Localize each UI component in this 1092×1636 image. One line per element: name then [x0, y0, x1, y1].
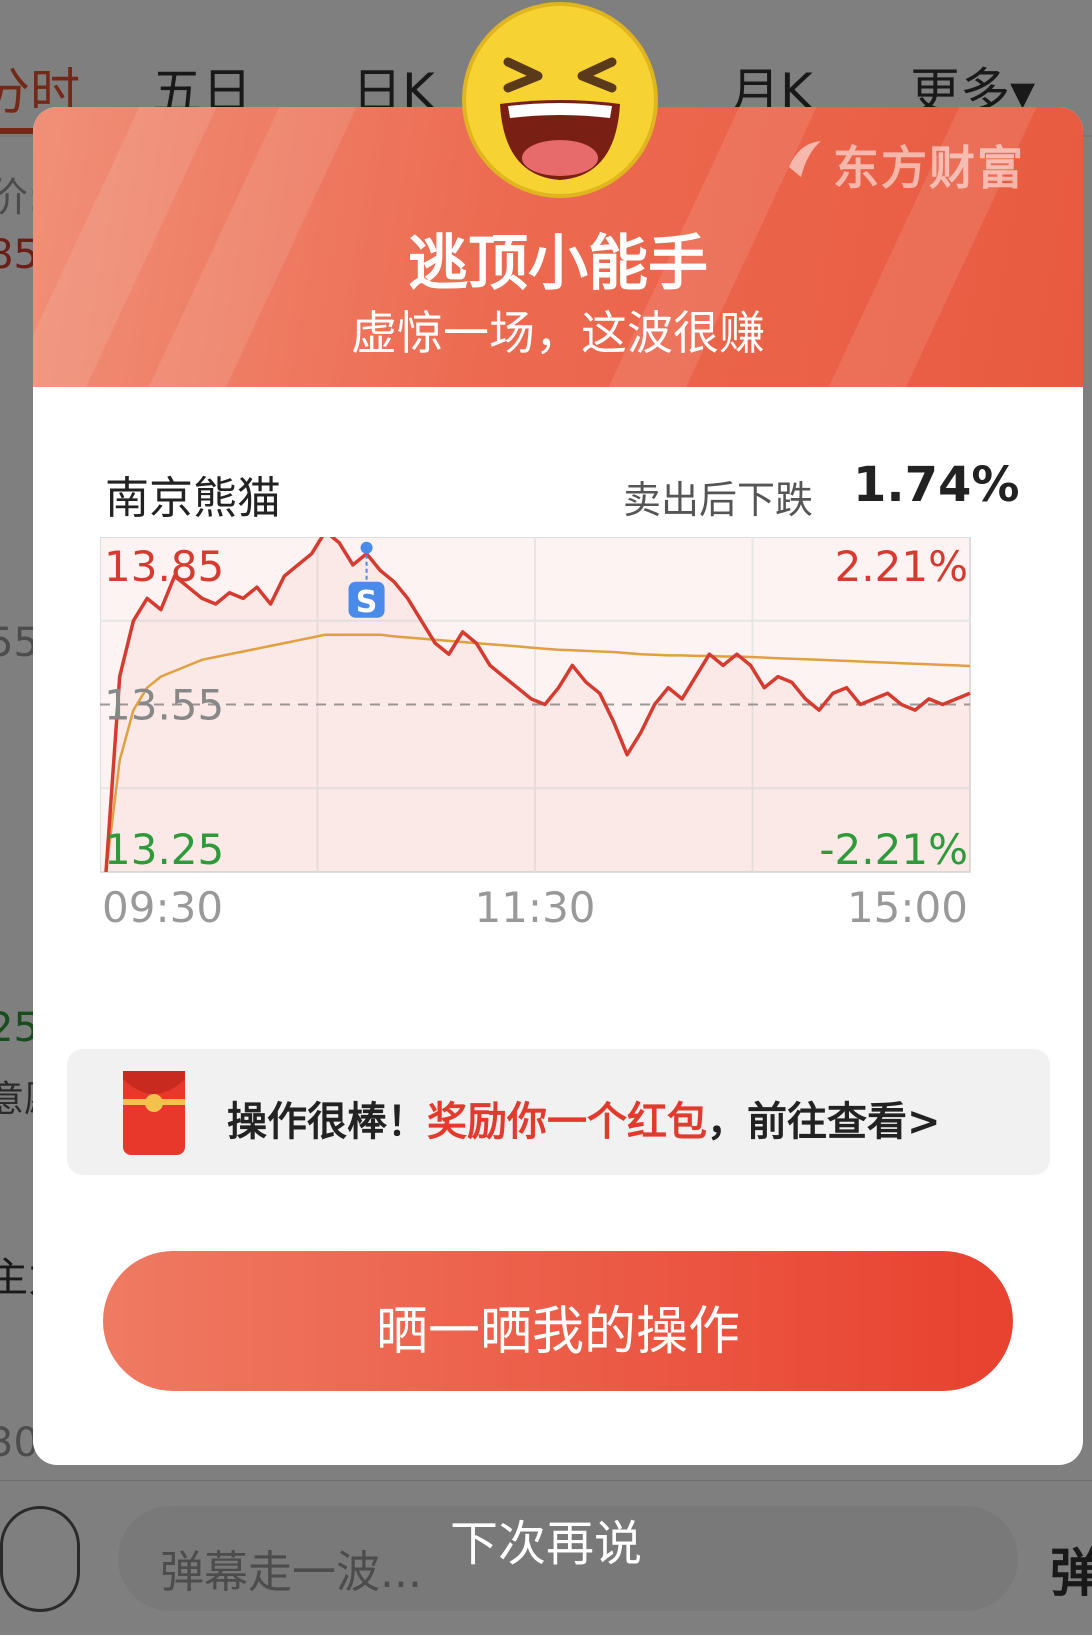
y-right-label-high: 2.21% — [835, 542, 968, 591]
intraday-chart: 13.85 13.55 13.25 2.21% -2.21% 09:30 11:30 15:0… — [100, 537, 971, 932]
red-packet-prefix: 操作很棒！ — [227, 1099, 427, 1145]
after-sell-value: 1.74% — [853, 457, 1020, 513]
x-label-midday: 11:30 — [474, 883, 595, 932]
red-packet-icon — [123, 1071, 185, 1155]
red-packet-banner[interactable]: 操作很棒！奖励你一个红包，前往查看> — [67, 1049, 1050, 1175]
y-label-low: 13.25 — [104, 825, 224, 874]
modal-subtitle: 虚惊一场，这波很赚 — [351, 306, 765, 360]
y-label-prev-close: 13.55 — [104, 681, 224, 730]
share-operation-label: 晒一晒我的操作 — [375, 1302, 740, 1362]
red-packet-highlight: 奖励你一个红包 — [427, 1099, 707, 1145]
dismiss-link[interactable]: 下次再说 — [0, 1504, 1092, 1574]
result-modal: 东方财富 逃顶小能手 虚惊一场，这波很赚 南京熊猫 卖出后下跌 1.74% 13… — [33, 107, 1083, 1465]
brand-logo-icon — [789, 141, 821, 177]
red-packet-suffix: ，前往查看> — [707, 1099, 941, 1145]
laughing-emoji-icon — [462, 2, 658, 198]
brand-name: 东方财富 — [833, 141, 1025, 195]
stock-name: 南京熊猫 — [105, 473, 281, 524]
y-label-high: 13.85 — [104, 542, 224, 591]
red-packet-text[interactable]: 操作很棒！奖励你一个红包，前往查看> — [227, 1089, 941, 1147]
modal-title: 逃顶小能手 — [408, 229, 708, 299]
sell-marker-label: S — [356, 585, 378, 620]
after-sell-label: 卖出后下跌 — [623, 478, 814, 522]
sell-marker-dot — [360, 541, 373, 554]
y-right-label-low: -2.21% — [819, 825, 968, 874]
x-label-close: 15:00 — [847, 883, 968, 932]
x-label-open: 09:30 — [102, 883, 223, 932]
share-operation-button[interactable]: 晒一晒我的操作 — [103, 1251, 1013, 1391]
